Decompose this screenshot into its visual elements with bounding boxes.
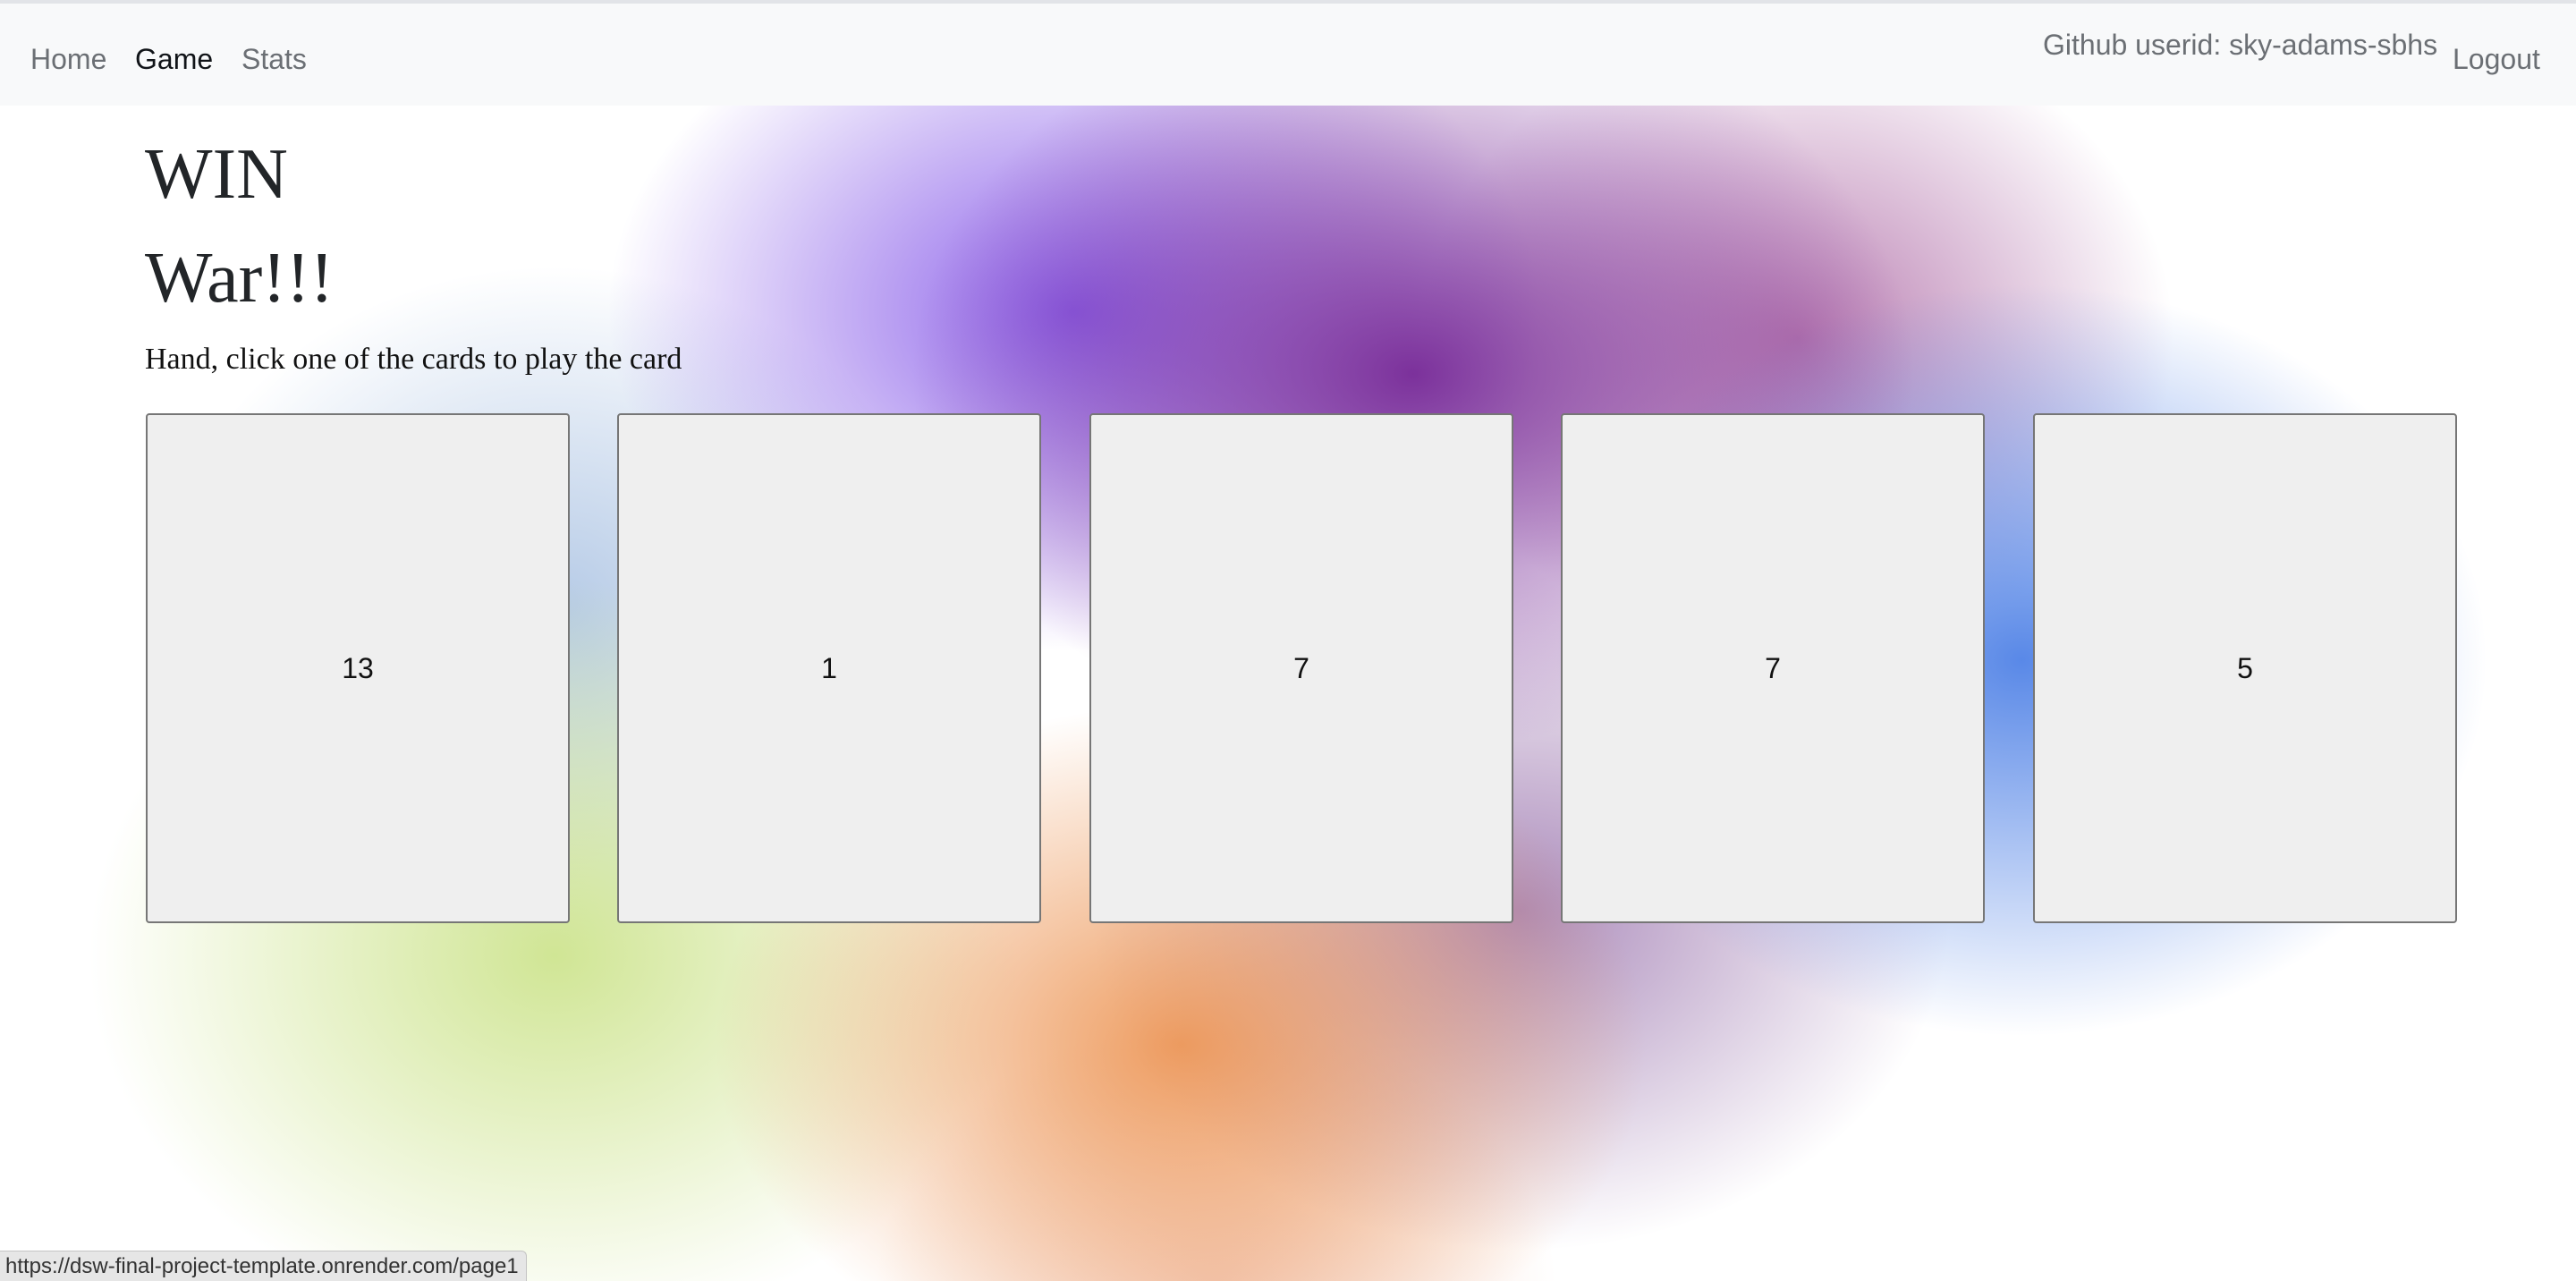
result-heading: WIN — [145, 135, 288, 214]
game-title: War!!! — [145, 239, 335, 318]
card-button[interactable]: 1 — [617, 413, 1041, 923]
navbar: Home Game Stats Github userid: sky-adams… — [0, 4, 2576, 106]
github-userid-label: Github userid: sky-adams-sbhs — [2043, 29, 2438, 61]
nav-link-stats[interactable]: Stats — [242, 39, 307, 79]
nav-link-game[interactable]: Game — [135, 39, 213, 79]
card-button[interactable]: 7 — [1561, 413, 1985, 923]
card-button[interactable]: 7 — [1089, 413, 1513, 923]
hand-instructions: Hand, click one of the cards to play the… — [145, 343, 682, 376]
logout-link[interactable]: Logout — [2453, 39, 2540, 79]
card-button[interactable]: 13 — [146, 413, 570, 923]
status-bar-url: https://dsw-final-project-template.onren… — [0, 1251, 527, 1281]
page: Home Game Stats Github userid: sky-adams… — [0, 0, 2576, 1281]
card-button[interactable]: 5 — [2033, 413, 2457, 923]
nav-link-home[interactable]: Home — [30, 39, 106, 79]
